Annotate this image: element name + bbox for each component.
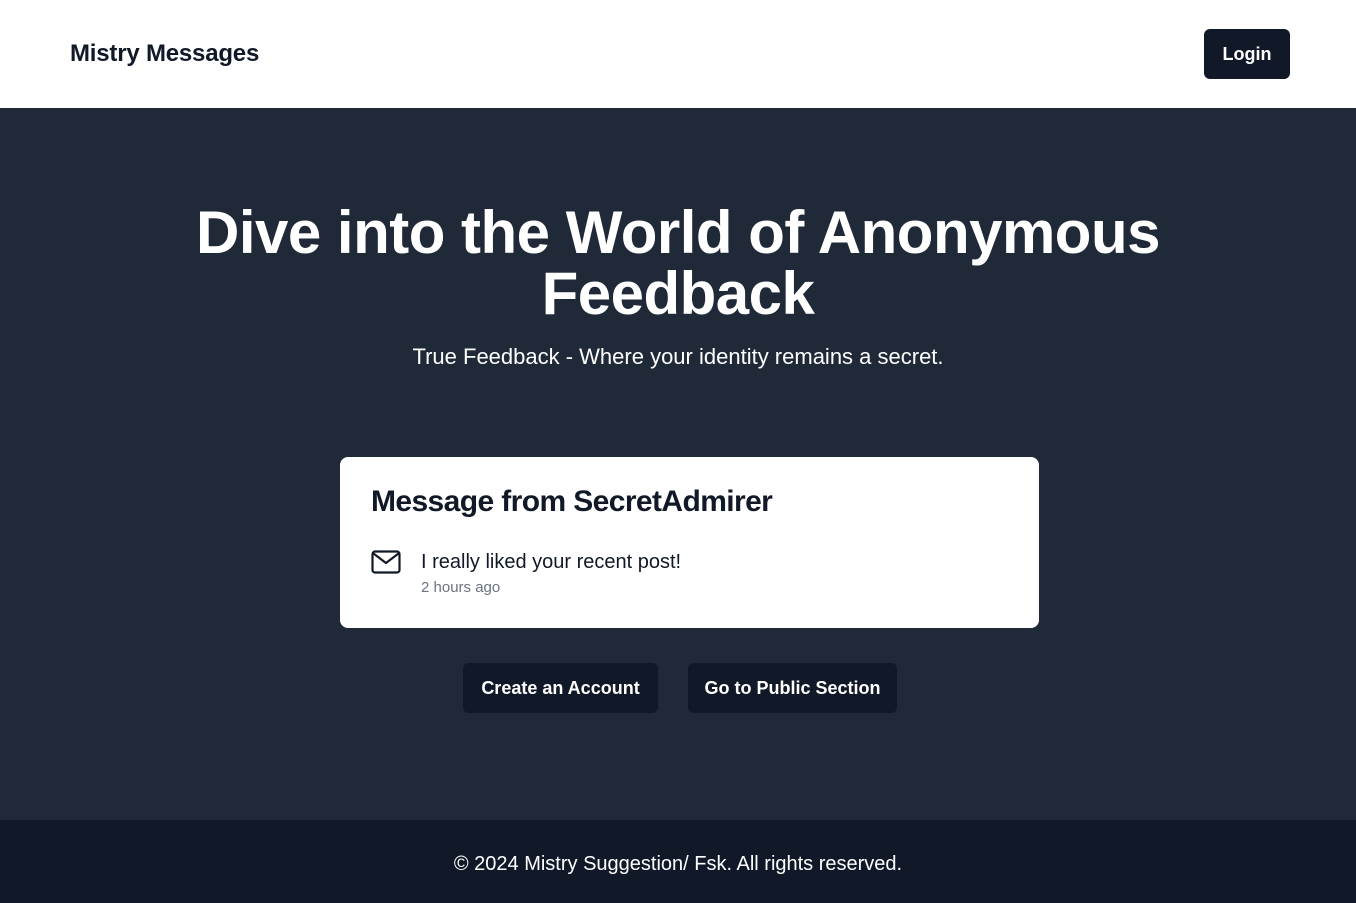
message-card: Message from SecretAdmirer I really like… — [340, 457, 1039, 628]
public-section-button[interactable]: Go to Public Section — [688, 663, 897, 713]
footer-copyright: © 2024 Mistry Suggestion/ Fsk. All right… — [453, 853, 903, 875]
hero-headline: Dive into the World of Anonymous Feedbac… — [0, 202, 1356, 324]
login-button[interactable]: Login — [1204, 29, 1290, 79]
hero-headline-line1: Dive into the World of Anonymous — [196, 199, 1160, 266]
message-card-title: Message from SecretAdmirer — [371, 485, 773, 518]
mail-icon — [371, 550, 401, 574]
hero-headline-line2: Feedback — [541, 260, 815, 327]
hero-subheadline: True Feedback - Where your identity rema… — [412, 344, 944, 369]
message-text: I really liked your recent post! — [421, 551, 682, 573]
hero-actions: Create an Account Go to Public Section — [0, 663, 1356, 713]
footer: © 2024 Mistry Suggestion/ Fsk. All right… — [0, 820, 1356, 903]
top-navbar: Mistry Messages Login — [0, 0, 1356, 108]
create-account-button[interactable]: Create an Account — [463, 663, 658, 713]
message-timestamp: 2 hours ago — [421, 579, 501, 596]
hero-section: Dive into the World of Anonymous Feedbac… — [0, 108, 1356, 820]
brand-logo-text[interactable]: Mistry Messages — [70, 40, 259, 68]
